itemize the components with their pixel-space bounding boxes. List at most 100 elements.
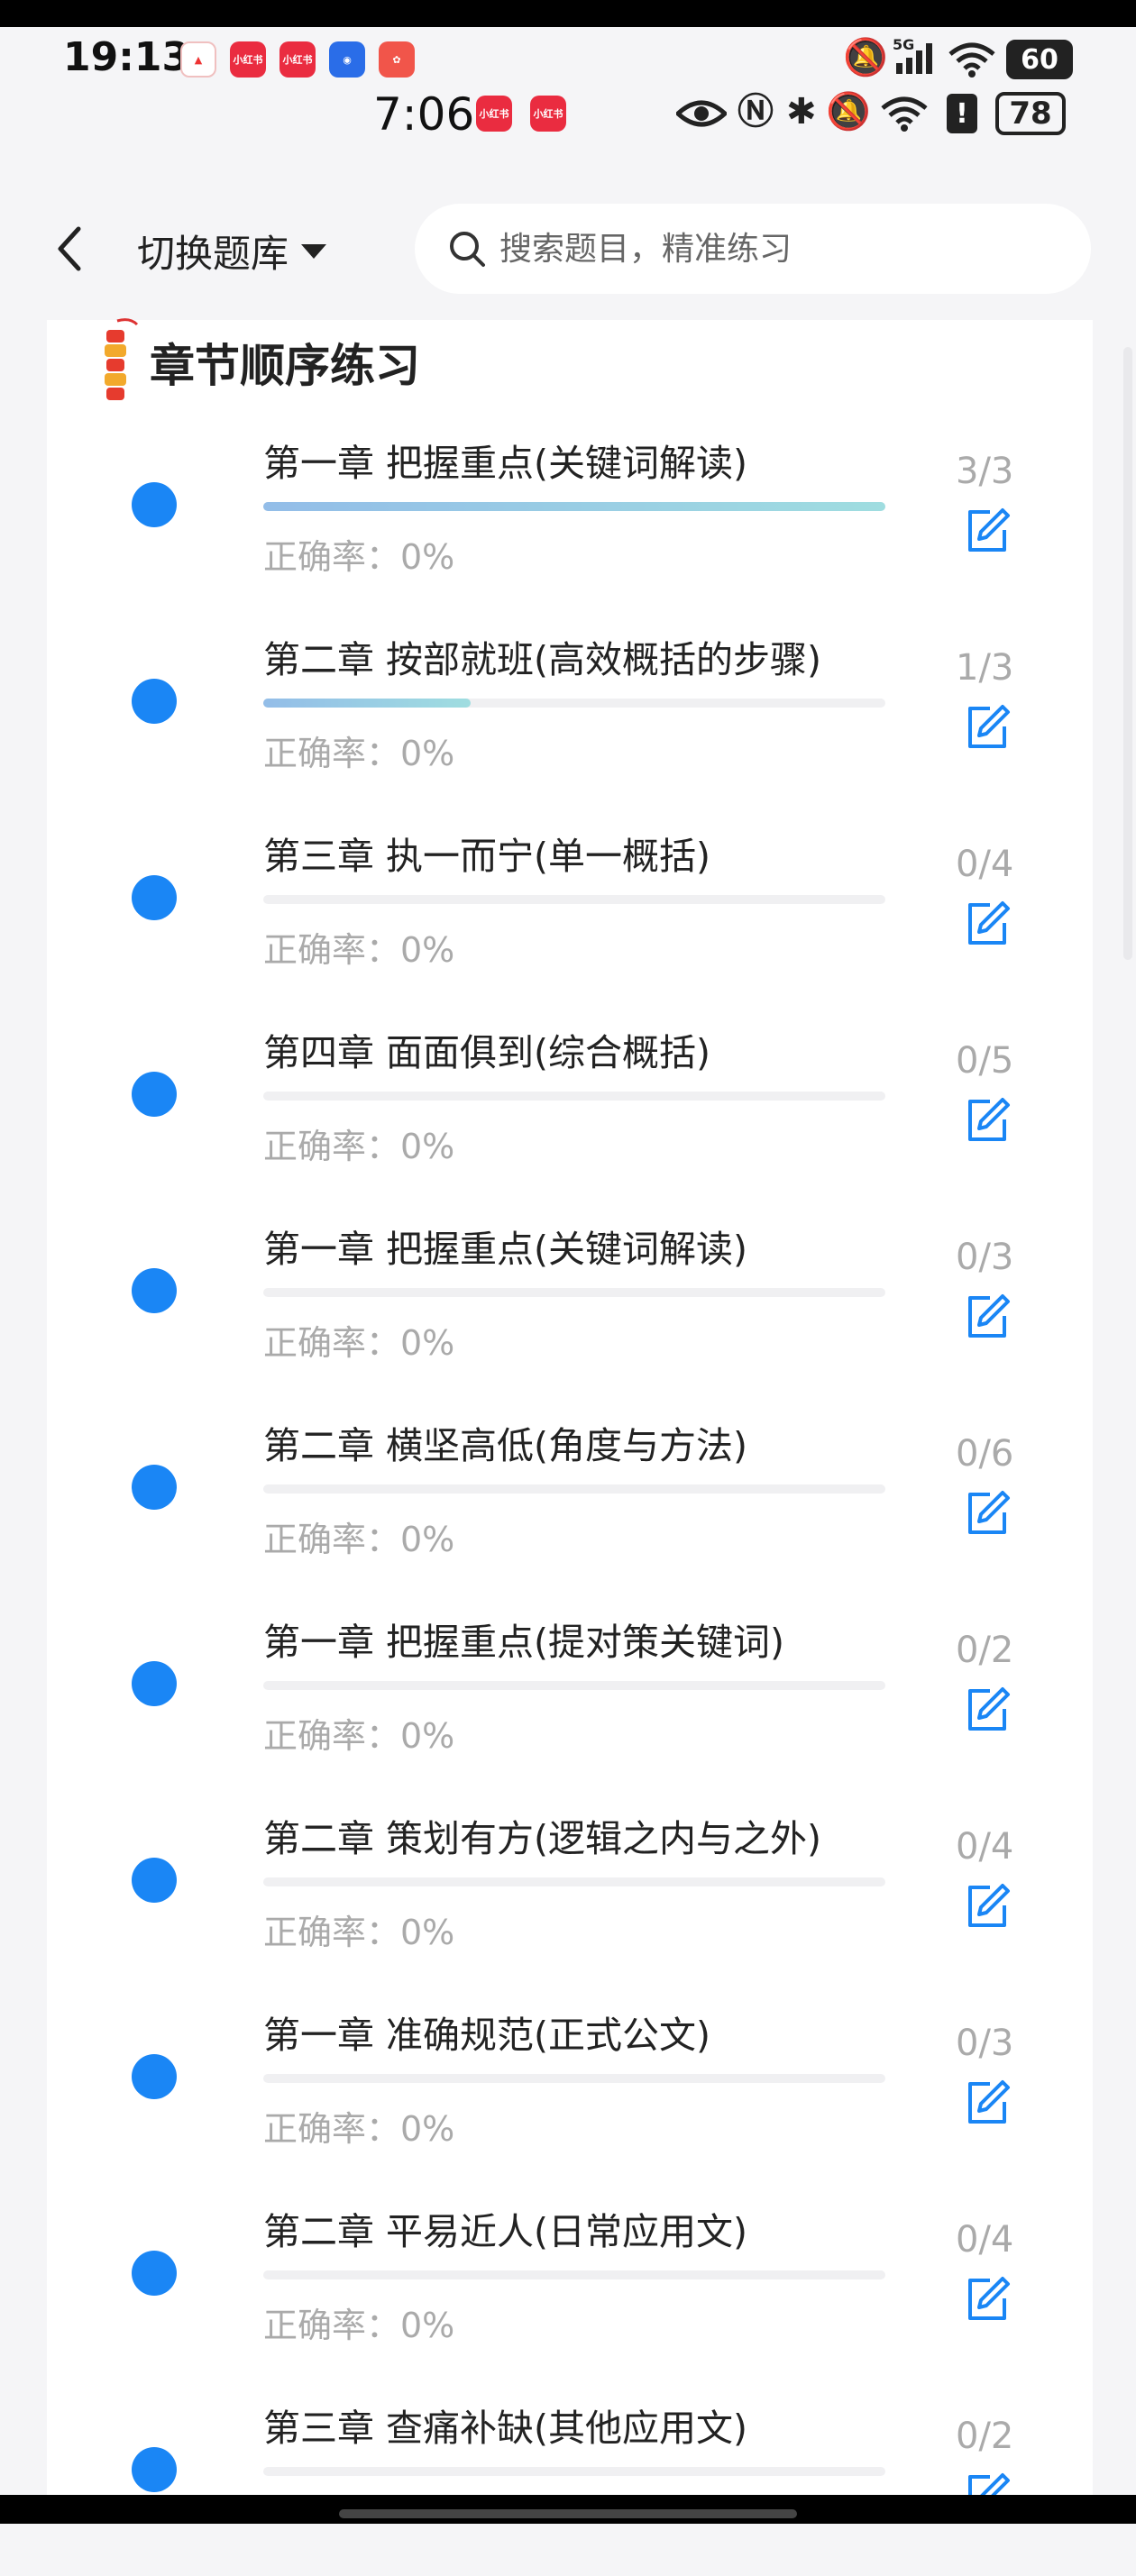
chapter-count: 0/4 [956, 2219, 1014, 2261]
app-icon-game: ✿ [379, 41, 415, 78]
search-input[interactable] [499, 230, 1040, 268]
chapter-count: 0/3 [956, 1237, 1014, 1278]
accuracy-label: 正确率：0% [263, 1913, 455, 1952]
chapter-count: 0/4 [956, 1826, 1014, 1868]
app-icon-xiaohongshu: 小红书 [530, 96, 566, 132]
chapter-title: 第一章 把握重点(关键词解读) [263, 1228, 748, 1271]
chapter-item[interactable]: 第二章 横坚高低(角度与方法) 正确率：0% 0/6 [0, 1397, 1136, 1594]
progress-track [263, 502, 885, 511]
progress-track [263, 2270, 885, 2279]
signal-label: 5G [893, 36, 915, 53]
edit-icon[interactable] [963, 900, 1012, 948]
chapter-dot [132, 1661, 177, 1706]
edit-icon[interactable] [963, 1882, 1012, 1931]
chapter-dot [132, 1465, 177, 1510]
chapter-count: 0/2 [956, 2416, 1014, 2457]
status-time: 19:13 [63, 34, 190, 80]
progress-track [263, 1877, 885, 1886]
app-icon-xiaohongshu: 小红书 [476, 96, 512, 132]
accuracy-label: 正确率：0% [263, 2109, 455, 2149]
chapter-item[interactable]: 第一章 准确规范(正式公文) 正确率：0% 0/3 [0, 1987, 1136, 2183]
home-indicator[interactable] [339, 2509, 797, 2518]
wifi-icon [948, 42, 995, 78]
progress-fill [263, 699, 471, 708]
progress-track [263, 895, 885, 904]
caret-down-icon [301, 243, 327, 259]
chapter-title: 第二章 策划有方(逻辑之内与之外) [263, 1817, 822, 1860]
chapter-count: 3/3 [956, 451, 1014, 492]
accuracy-label: 正确率：0% [263, 1127, 455, 1166]
progress-track [263, 2467, 885, 2476]
edit-icon[interactable] [963, 1096, 1012, 1145]
chapter-item[interactable]: 第三章 执一而宁(单一概括) 正确率：0% 0/4 [0, 808, 1136, 1004]
signal-icon: 5G [893, 36, 934, 79]
chapter-count: 0/6 [956, 1433, 1014, 1475]
chapter-item[interactable]: 第一章 把握重点(提对策关键词) 正确率：0% 0/2 [0, 1594, 1136, 1790]
chapter-count: 1/3 [956, 647, 1014, 689]
chapter-item[interactable]: 第二章 按部就班(高效概括的步骤) 正确率：0% 1/3 [0, 611, 1136, 808]
chapter-title: 第一章 把握重点(提对策关键词) [263, 1621, 785, 1664]
edit-icon[interactable] [963, 703, 1012, 752]
section-title: 章节顺序练习 [150, 340, 420, 392]
chapter-count: 0/2 [956, 1630, 1014, 1671]
progress-track [263, 1288, 885, 1297]
edit-icon[interactable] [963, 1685, 1012, 1734]
app-icon-xiaohongshu: 小红书 [279, 41, 316, 78]
app-icon-blue: ◉ [329, 41, 365, 78]
edit-icon[interactable] [963, 2275, 1012, 2324]
secondary-time: 7:06 [373, 88, 475, 141]
chapter-count: 0/5 [956, 1040, 1014, 1082]
switch-bank-dropdown[interactable]: 切换题库 [137, 224, 328, 279]
edit-icon[interactable] [963, 507, 1012, 555]
chapter-dot [132, 1072, 177, 1117]
mute-icon: 🔕 [826, 91, 871, 132]
accuracy-label: 正确率：0% [263, 734, 455, 773]
chapter-dot [132, 1268, 177, 1313]
accuracy-label: 正确率：0% [263, 930, 455, 970]
mute-icon: 🔕 [843, 37, 888, 78]
edit-icon[interactable] [963, 1489, 1012, 1538]
edit-icon[interactable] [963, 1293, 1012, 1341]
accuracy-label: 正确率：0% [263, 1323, 455, 1363]
battery-indicator: 60 [1006, 40, 1073, 79]
chapter-title: 第三章 执一而宁(单一概括) [263, 835, 711, 878]
chapter-dot [132, 2447, 177, 2492]
chapter-item[interactable]: 第二章 平易近人(日常应用文) 正确率：0% 0/4 [0, 2183, 1136, 2380]
progress-track [263, 1092, 885, 1101]
chapter-title: 第一章 把握重点(关键词解读) [263, 442, 748, 485]
chapter-title: 第一章 准确规范(正式公文) [263, 2014, 711, 2057]
chapter-title: 第二章 横坚高低(角度与方法) [263, 1424, 748, 1467]
accuracy-label: 正确率：0% [263, 1520, 455, 1559]
search-box[interactable] [415, 204, 1091, 294]
search-icon [450, 232, 485, 267]
accuracy-label: 正确率：0% [263, 1716, 455, 1756]
back-arrow-icon[interactable] [50, 222, 89, 276]
chapter-dot [132, 875, 177, 920]
firecracker-icon [105, 318, 139, 400]
progress-track [263, 2074, 885, 2083]
chapter-item[interactable]: 第一章 把握重点(关键词解读) 正确率：0% 0/3 [0, 1201, 1136, 1397]
top-black-bar [0, 0, 1136, 27]
wifi-icon [881, 96, 928, 132]
chapter-item[interactable]: 第一章 把握重点(关键词解读) 正确率：0% 3/3 [0, 415, 1136, 611]
progress-track [263, 1681, 885, 1690]
progress-track [263, 699, 885, 708]
chapter-dot [132, 2054, 177, 2099]
chapter-dot [132, 482, 177, 527]
chapter-item[interactable]: 第四章 面面俱到(综合概括) 正确率：0% 0/5 [0, 1004, 1136, 1201]
bluetooth-icon: ✱ [786, 91, 817, 132]
alert-icon: ! [947, 94, 977, 133]
chapter-dot [132, 2251, 177, 2296]
chapter-item[interactable]: 第二章 策划有方(逻辑之内与之外) 正确率：0% 0/4 [0, 1790, 1136, 1987]
battery-level: 60 [1021, 43, 1058, 76]
progress-track [263, 1484, 885, 1494]
app-icon-xiaohongshu: 小红书 [230, 41, 266, 78]
chapter-dot [132, 1858, 177, 1903]
nfc-icon: Ⓝ [737, 91, 774, 132]
eye-icon [676, 100, 727, 127]
accuracy-label: 正确率：0% [263, 2306, 455, 2345]
chapter-item[interactable]: 第三章 查痛补缺(其他应用文) 0/2 [0, 2380, 1136, 2576]
progress-fill [263, 502, 885, 511]
app-icon-red: ▲ [180, 41, 216, 78]
edit-icon[interactable] [963, 2078, 1012, 2127]
